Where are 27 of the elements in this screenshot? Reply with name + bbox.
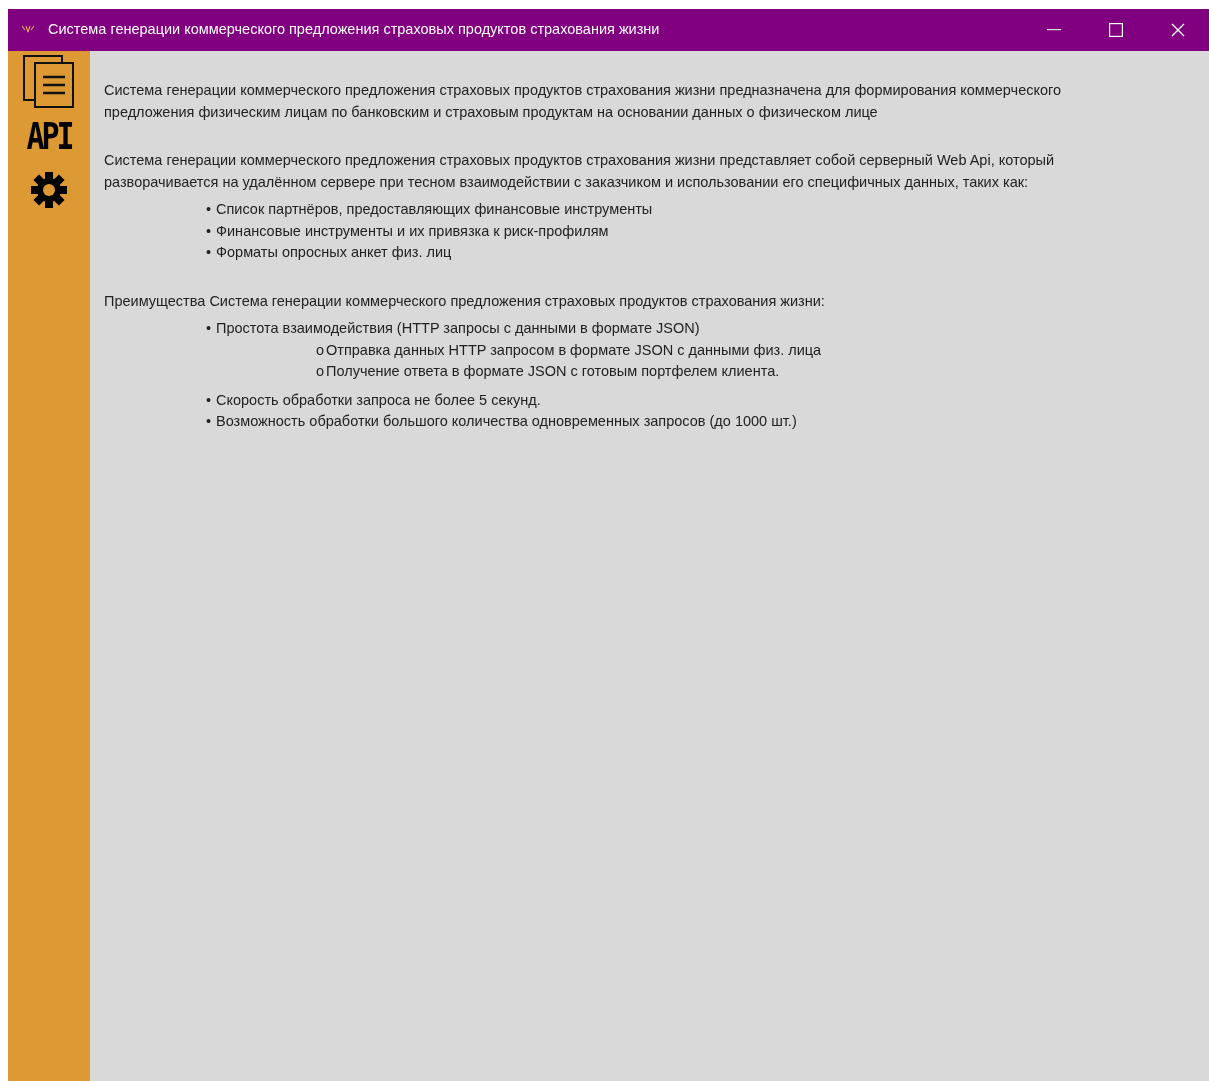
- minimize-icon: [1047, 29, 1061, 31]
- list-item: Возможность обработки большого количества одновременных запросов (до 1000 шт.): [216, 412, 797, 431]
- list-bullet: •: [206, 390, 213, 410]
- list-item: Форматы опросных анкет физ. лиц: [216, 243, 452, 262]
- list-bullet: •: [206, 243, 213, 262]
- paragraph: Система генерации коммерческого предложения страховых продуктов страхования жизни предназначена для формирования коммерческого предложения физическим лицам по банковским и страховым продуктам на основании данных о физическом лице: [104, 81, 1063, 122]
- documents-icon[interactable]: [23, 55, 75, 109]
- list-bullet: o: [316, 340, 326, 360]
- paragraph: Система генерации коммерческого предложения страховых продуктов страхования жизни представляет собой серверный Web Api, который разворачивается на удалённом сервере при тесном взаимодействии с заказчиком и использовании его специфичных данных, таких как:: [104, 151, 1056, 192]
- list-item: Скорость обработки запроса не более 5 секунд.: [216, 390, 541, 410]
- list-bullet: •: [206, 221, 213, 241]
- list-item: Список партнёров, предоставляющих финансовые инструменты: [216, 200, 653, 219]
- list-bullet: •: [206, 412, 213, 431]
- list-item: Отправка данных HTTP запросом в формате JSON с данными физ. лица: [326, 340, 822, 360]
- close-icon: [1171, 23, 1185, 37]
- list-bullet: o: [316, 362, 326, 381]
- app-icon: [21, 25, 35, 35]
- list-bullet: •: [206, 200, 213, 219]
- settings-icon[interactable]: [30, 171, 68, 209]
- list-item: Финансовые инструменты и их привязка к риск-профилям: [216, 221, 609, 241]
- api-button[interactable]: API: [26, 114, 72, 158]
- window-title: Система генерации коммерческого предложения страховых продуктов страхования жизни: [48, 20, 660, 40]
- list-item: Получение ответа в формате JSON с готовым портфелем клиента.: [326, 362, 780, 381]
- paragraph: Преимущества Система генерации коммерческого предложения страховых продуктов страхования жизни:: [104, 291, 826, 311]
- list-bullet: •: [206, 319, 213, 338]
- maximize-icon: [1109, 23, 1123, 37]
- list-item: Простота взаимодействия (HTTP запросы с данными в формате JSON): [216, 319, 700, 338]
